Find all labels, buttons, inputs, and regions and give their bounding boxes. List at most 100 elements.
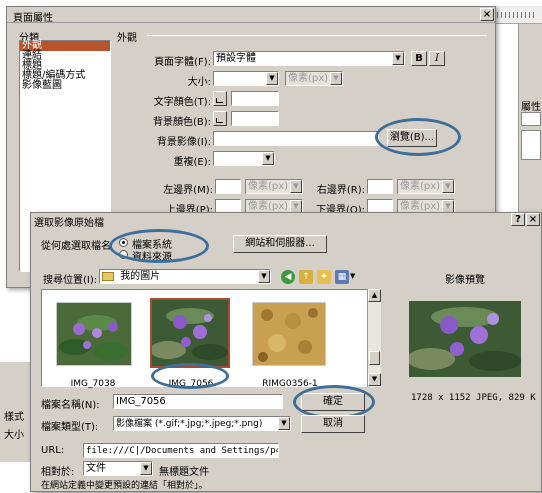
- thumbnail-rimg0356[interactable]: [252, 302, 326, 366]
- chevron-down-icon[interactable]: ▼: [350, 272, 355, 280]
- url-label: URL:: [41, 445, 65, 456]
- dialog-title-bar: 選取影像原始檔 ? ×: [31, 213, 541, 229]
- cancel-button[interactable]: 取消: [301, 415, 365, 433]
- bg-color-input[interactable]: [231, 111, 279, 126]
- relative-select[interactable]: 文件 ▼: [83, 461, 153, 476]
- scroll-up-icon[interactable]: ▲: [368, 289, 381, 302]
- chevron-down-icon: ▼: [392, 52, 404, 65]
- background-ruler: [497, 12, 537, 18]
- chevron-down-icon: ▼: [290, 180, 302, 193]
- unit-value: 像素(px): [248, 181, 289, 192]
- filename-label: 檔案名稱(N):: [41, 400, 100, 411]
- look-in-value: 我的圖片: [120, 271, 161, 282]
- url-input[interactable]: file:///C|/Documents and Settings/p4/My …: [83, 443, 279, 458]
- back-icon[interactable]: ◀: [281, 270, 295, 284]
- thumbnail-caption-selected: IMG_7056: [168, 379, 214, 389]
- select-from-label: 從何處選取檔名: [41, 241, 111, 252]
- radio-data-source-label: 資料來源: [132, 252, 172, 263]
- text-color-picker[interactable]: [213, 91, 227, 106]
- font-label: 頁面字體(F):: [154, 57, 211, 68]
- size-select[interactable]: ▼: [213, 71, 279, 86]
- close-button[interactable]: ×: [480, 8, 494, 21]
- thumbnail-caption: RIMG0356-1: [262, 379, 318, 389]
- chevron-down-icon: ▼: [442, 180, 454, 193]
- image-preview: 1728 x 1152 JPEG, 829 K: [403, 275, 536, 425]
- size-unit-select: 像素(px) ▼: [285, 71, 343, 86]
- bg-color-picker[interactable]: [213, 111, 227, 126]
- dialog-title: 頁面屬性: [13, 13, 53, 24]
- size-label: 大小:: [187, 77, 211, 88]
- right-margin-label: 右邊界(R):: [316, 185, 365, 196]
- left-margin-label: 左邊界(M):: [163, 185, 213, 196]
- lotus-photo-image: [57, 303, 131, 365]
- preview-image: [409, 301, 521, 377]
- chevron-down-icon: ▼: [278, 417, 290, 430]
- chevron-down-icon: ▼: [330, 72, 342, 85]
- background-style-label: 樣式: [4, 412, 24, 423]
- right-margin-unit: 像素(px) ▼: [397, 179, 455, 194]
- background-panel-field: [521, 112, 541, 126]
- new-folder-icon[interactable]: ✦: [317, 270, 331, 284]
- up-folder-icon[interactable]: ↑: [299, 270, 313, 284]
- chevron-down-icon: ▼: [140, 462, 152, 475]
- font-select[interactable]: 預設字體 ▼: [213, 51, 405, 66]
- radio-file-system[interactable]: [119, 238, 128, 247]
- browse-button[interactable]: 瀏覽(B)...: [387, 129, 437, 147]
- repeat-label: 重複(E):: [173, 157, 212, 168]
- lotus-photo-image: [150, 300, 228, 366]
- thumbnail-scrollbar[interactable]: ▲ ▼: [367, 289, 381, 387]
- url-value: file:///C|/Documents and Settings/p4/My …: [86, 446, 278, 456]
- text-color-input[interactable]: [231, 91, 279, 106]
- left-margin-unit: 像素(px) ▼: [245, 179, 303, 194]
- relative-label: 相對於:: [41, 467, 75, 478]
- right-margin-input[interactable]: [367, 179, 393, 194]
- site-server-button[interactable]: 網站和伺服器...: [233, 235, 327, 253]
- close-button[interactable]: ×: [526, 213, 540, 226]
- thumbnail-img-7056[interactable]: [150, 298, 230, 368]
- bg-image-label: 背景影像(I):: [156, 137, 211, 148]
- bg-image-input[interactable]: [213, 131, 379, 146]
- look-in-select[interactable]: 我的圖片 ▼: [99, 269, 271, 284]
- relative-note: 無標題文件: [159, 467, 209, 478]
- filetype-value: 影像檔案 (*.gif;*.jpg;*.jpeg;*.png): [116, 419, 263, 429]
- dialog-title-bar: 頁面屬性 ×: [7, 7, 495, 24]
- help-button[interactable]: ?: [511, 213, 525, 226]
- chevron-down-icon: ▼: [262, 152, 274, 165]
- select-image-dialog: 選取影像原始檔 ? × 從何處選取檔名 檔案系統 資料來源 網站和伺服器... …: [30, 212, 542, 492]
- background-panel-field: [521, 130, 541, 160]
- font-value: 預設字體: [216, 53, 256, 64]
- repeat-select[interactable]: ▼: [213, 151, 275, 166]
- thumbnail-img-7038[interactable]: [56, 302, 132, 366]
- look-in-label: 搜尋位置(I):: [43, 275, 98, 286]
- texture-photo-image: [253, 303, 325, 365]
- scroll-thumb[interactable]: [369, 351, 380, 365]
- chevron-down-icon: ▼: [258, 270, 270, 283]
- filetype-select[interactable]: 影像檔案 (*.gif;*.jpg;*.jpeg;*.png) ▼: [113, 416, 291, 431]
- view-menu-icon[interactable]: ▦: [335, 270, 349, 284]
- text-color-label: 文字顏色(T):: [153, 97, 211, 108]
- scroll-down-icon[interactable]: ▼: [368, 373, 381, 386]
- section-title: 外觀: [117, 33, 137, 44]
- italic-button[interactable]: I: [429, 51, 445, 66]
- file-thumbnail-list: IMG_7038 IMG_7056 RIMG0356-1: [41, 289, 381, 389]
- unit-value: 像素(px): [288, 73, 329, 84]
- folder-icon: [102, 271, 114, 281]
- bg-color-label: 背景顏色(B):: [152, 117, 211, 128]
- filename-input[interactable]: IMG_7056: [113, 394, 283, 409]
- background-size-label: 大小: [4, 430, 24, 441]
- filename-value: IMG_7056: [116, 396, 166, 407]
- thumbnail-caption: IMG_7038: [70, 379, 116, 389]
- unit-value: 像素(px): [400, 181, 441, 192]
- footer-note: 在網站定義中變更預設的連結「相對於」。: [41, 481, 208, 491]
- left-margin-input[interactable]: [215, 179, 241, 194]
- unit-value: 像素(px): [248, 201, 289, 212]
- unit-value: 像素(px): [400, 201, 441, 212]
- filetype-label: 檔案類型(T):: [41, 422, 99, 433]
- ok-button[interactable]: 確定: [301, 393, 365, 411]
- category-item-tracing-image[interactable]: 影像藍圖: [20, 81, 110, 91]
- chevron-down-icon: ▼: [266, 72, 278, 85]
- section-divider: [147, 35, 487, 36]
- radio-data-source[interactable]: [119, 250, 128, 259]
- bold-button[interactable]: B: [411, 51, 427, 66]
- relative-value: 文件: [86, 463, 106, 474]
